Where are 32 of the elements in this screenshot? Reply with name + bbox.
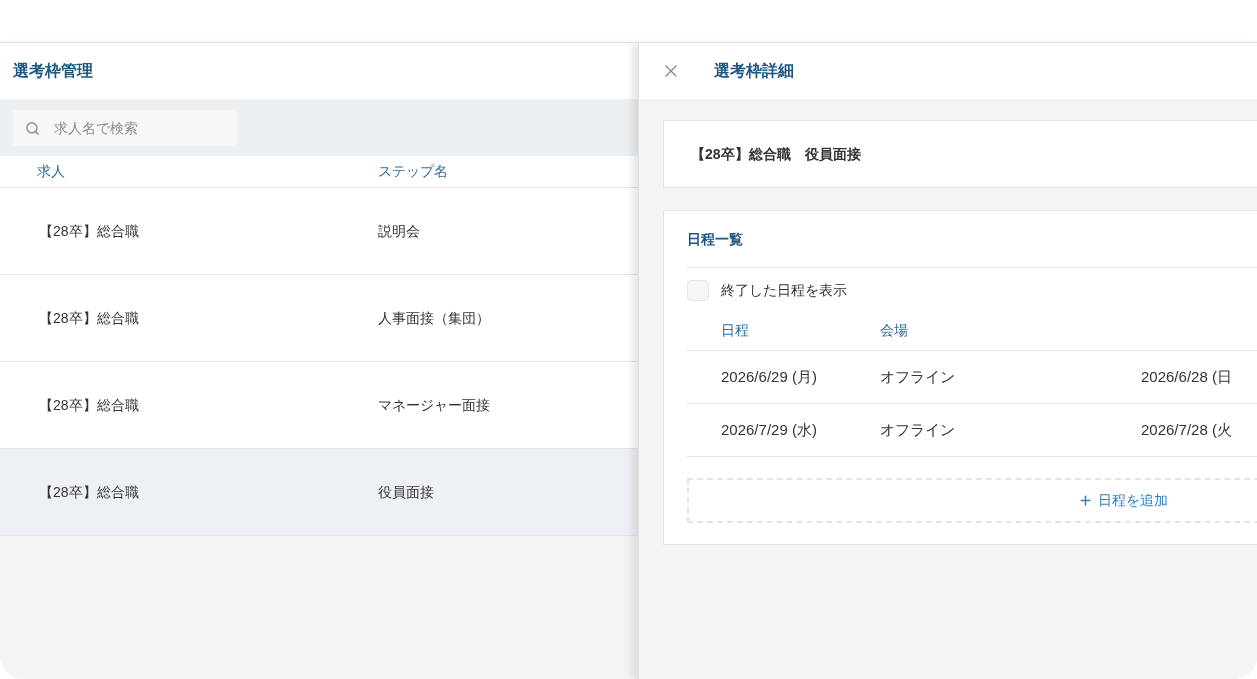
panel-title: 選考枠詳細: [714, 61, 794, 81]
search-icon: [25, 120, 40, 136]
table-cell-text: 【28卒】総合職: [38, 482, 140, 502]
table-cell-text: 2026/7/29 (水): [720, 419, 818, 440]
table-cell-text: 【28卒】総合職: [38, 308, 140, 328]
table-cell-text: 説明会: [378, 221, 420, 241]
search-field[interactable]: 求人名で検索: [13, 109, 237, 146]
section-title: 日程一覧: [687, 229, 743, 249]
table-row[interactable]: 【28卒】総合職 人事面接（集団）: [0, 275, 638, 362]
table-cell-text: 人事面接（集団）: [378, 308, 490, 328]
table-cell-text: 2026/6/29 (月): [720, 366, 818, 387]
column-header: 日程: [720, 321, 750, 340]
table-cell-text: 【28卒】総合職: [38, 221, 140, 241]
table-cell-text: マネージャー面接: [378, 395, 490, 415]
table-cell-text: 【28卒】総合職: [38, 395, 140, 415]
table-cell-text: オフライン: [880, 419, 956, 440]
table-cell-text: 役員面接: [378, 482, 434, 502]
column-header: ステップ名: [378, 162, 448, 181]
column-header: 求人: [36, 162, 66, 181]
table-row[interactable]: 【28卒】総合職 説明会: [0, 188, 638, 275]
table-cell-text: 2026/7/28 (火: [1141, 419, 1232, 440]
summary-title: 【28卒】総合職 役員面接: [691, 144, 861, 164]
checkbox-label: 終了した日程を表示: [721, 280, 847, 300]
table-row[interactable]: 【28卒】総合職 役員面接: [0, 449, 638, 536]
table-cell-text: オフライン: [880, 366, 956, 387]
column-header: 会場: [880, 321, 908, 340]
plus-icon: [1078, 493, 1093, 508]
checkbox[interactable]: [687, 279, 709, 301]
table-cell-text: 2026/6/28 (日: [1141, 366, 1232, 387]
table-row[interactable]: 【28卒】総合職 マネージャー面接: [0, 362, 638, 449]
panel-title: 選考枠管理: [13, 61, 93, 81]
add-schedule-button[interactable]: 日程を追加: [687, 478, 1257, 523]
